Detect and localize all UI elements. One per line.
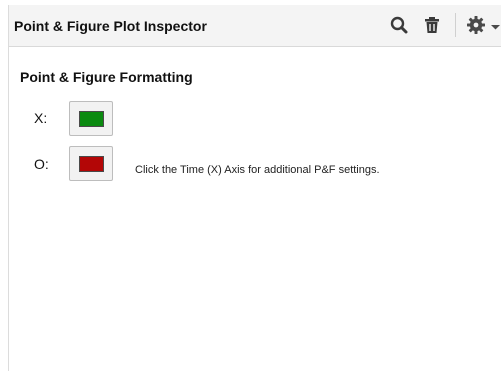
inspector-panel: Point & Figure Plot Inspector Point & Fi…: [8, 5, 501, 371]
chevron-down-icon[interactable]: [489, 14, 501, 36]
o-color-well[interactable]: [69, 146, 113, 181]
trash-icon[interactable]: [421, 14, 443, 36]
search-icon[interactable]: [388, 14, 410, 36]
inspector-header: Point & Figure Plot Inspector: [9, 5, 501, 47]
section-title: Point & Figure Formatting: [20, 69, 193, 85]
x-color-well[interactable]: [69, 101, 113, 136]
x-label: X:: [34, 110, 48, 126]
pf-settings-hint: Click the Time (X) Axis for additional P…: [135, 164, 380, 176]
inspector-title: Point & Figure Plot Inspector: [14, 18, 207, 34]
gear-icon[interactable]: [465, 14, 487, 36]
header-separator: [455, 13, 456, 37]
x-color-swatch: [79, 111, 104, 127]
o-label: O:: [34, 156, 49, 172]
o-color-swatch: [79, 156, 104, 172]
